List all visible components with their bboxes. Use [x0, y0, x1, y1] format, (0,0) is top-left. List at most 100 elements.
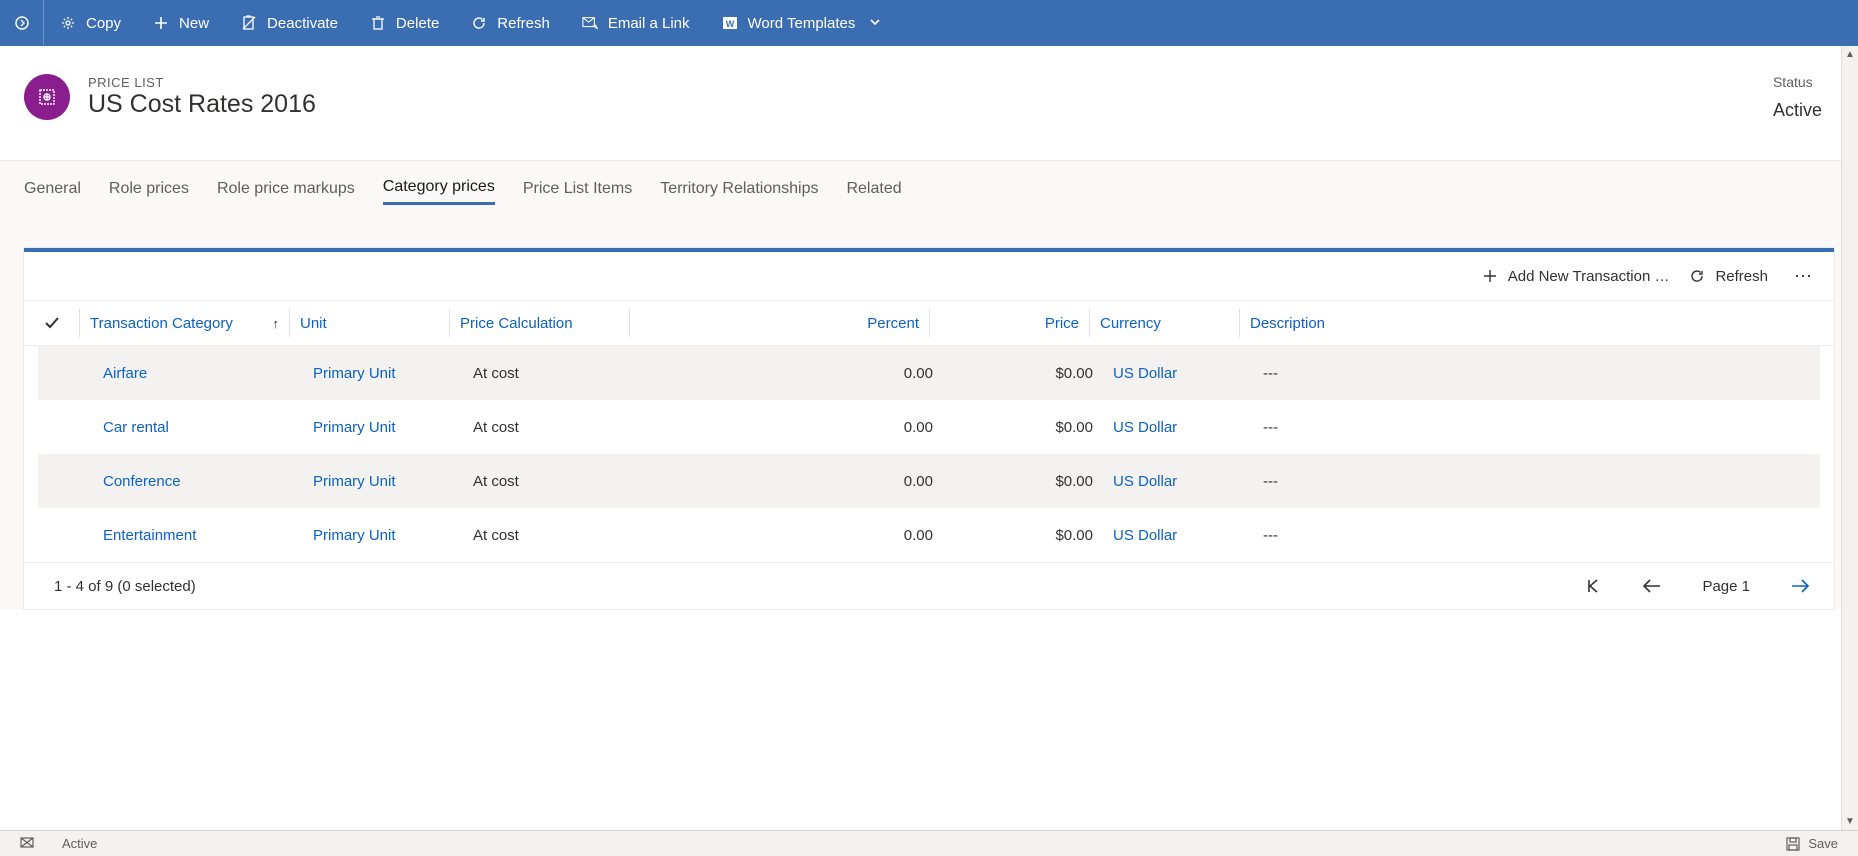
- tab-territory[interactable]: Territory Relationships: [660, 174, 818, 204]
- cell-calc: At cost: [463, 473, 643, 490]
- footer-bar: Active Save: [0, 830, 1858, 856]
- grid-refresh-button[interactable]: Refresh: [1689, 268, 1768, 285]
- cell-currency[interactable]: US Dollar: [1103, 365, 1253, 382]
- grid-header: Transaction Category ↑ Unit Price Calcul…: [24, 300, 1834, 346]
- svg-text:W: W: [725, 19, 734, 29]
- tab-price-list-items[interactable]: Price List Items: [523, 174, 632, 204]
- next-page-button[interactable]: [1790, 578, 1810, 594]
- footer-status: Active: [62, 836, 97, 851]
- copy-label: Copy: [86, 15, 121, 32]
- cell-price: $0.00: [943, 473, 1103, 490]
- cell-category[interactable]: Airfare: [93, 365, 303, 382]
- cell-category[interactable]: Conference: [93, 473, 303, 490]
- tab-related[interactable]: Related: [846, 174, 901, 204]
- page-label: Page 1: [1702, 578, 1750, 595]
- pager: 1 - 4 of 9 (0 selected) Page 1: [24, 562, 1834, 609]
- cell-description: ---: [1253, 365, 1613, 382]
- save-button[interactable]: Save: [1786, 836, 1838, 851]
- cell-category[interactable]: Car rental: [93, 419, 303, 436]
- new-button[interactable]: New: [137, 0, 225, 46]
- cell-currency[interactable]: US Dollar: [1103, 473, 1253, 490]
- cell-percent: 0.00: [643, 473, 943, 490]
- tab-category-prices[interactable]: Category prices: [383, 172, 495, 205]
- new-label: New: [179, 15, 209, 32]
- delete-button[interactable]: Delete: [354, 0, 455, 46]
- panel-wrap: Add New Transaction … Refresh ⋯ Transact…: [0, 216, 1858, 609]
- cell-price: $0.00: [943, 365, 1103, 382]
- cell-percent: 0.00: [643, 527, 943, 544]
- scroll-up-icon[interactable]: ▲: [1842, 46, 1858, 63]
- deactivate-icon: [241, 15, 257, 31]
- cell-description: ---: [1253, 527, 1613, 544]
- email-link-button[interactable]: Email a Link: [566, 0, 706, 46]
- prev-page-button[interactable]: [1642, 578, 1662, 594]
- more-commands-button[interactable]: ⋯: [1788, 266, 1820, 287]
- copy-icon: [60, 15, 76, 31]
- record-header: PRICE LIST US Cost Rates 2016 Status Act…: [0, 46, 1858, 160]
- add-new-transaction-button[interactable]: Add New Transaction …: [1482, 268, 1670, 285]
- email-icon: [582, 15, 598, 31]
- add-new-label: Add New Transaction …: [1508, 268, 1670, 285]
- cell-description: ---: [1253, 473, 1613, 490]
- email-link-label: Email a Link: [608, 15, 690, 32]
- deactivate-button[interactable]: Deactivate: [225, 0, 354, 46]
- status-value: Active: [1773, 100, 1822, 121]
- col-currency[interactable]: Currency: [1089, 309, 1239, 337]
- select-all-checkbox[interactable]: [24, 315, 79, 331]
- word-templates-button[interactable]: W Word Templates: [706, 0, 898, 46]
- chevron-down-icon: [869, 15, 881, 32]
- cell-calc: At cost: [463, 527, 643, 544]
- cell-price: $0.00: [943, 419, 1103, 436]
- tab-role-prices[interactable]: Role prices: [109, 174, 189, 204]
- col-price-calculation[interactable]: Price Calculation: [449, 309, 629, 337]
- copy-button[interactable]: Copy: [44, 0, 137, 46]
- tab-role-markups[interactable]: Role price markups: [217, 174, 355, 204]
- tab-general[interactable]: General: [24, 174, 81, 204]
- grid-body: Airfare Primary Unit At cost 0.00 $0.00 …: [24, 346, 1834, 562]
- plus-icon: [153, 15, 169, 31]
- col-price[interactable]: Price: [929, 309, 1089, 337]
- cell-percent: 0.00: [643, 365, 943, 382]
- cell-unit[interactable]: Primary Unit: [303, 473, 463, 490]
- refresh-label: Refresh: [497, 15, 550, 32]
- grid-toolbar: Add New Transaction … Refresh ⋯: [24, 252, 1834, 300]
- sort-ascending-icon: ↑: [273, 316, 280, 331]
- cell-unit[interactable]: Primary Unit: [303, 527, 463, 544]
- status-label: Status: [1773, 74, 1822, 90]
- record-name: US Cost Rates 2016: [88, 90, 316, 119]
- word-icon: W: [722, 15, 738, 31]
- cell-currency[interactable]: US Dollar: [1103, 527, 1253, 544]
- cell-category[interactable]: Entertainment: [93, 527, 303, 544]
- grid-refresh-label: Refresh: [1715, 268, 1768, 285]
- refresh-button[interactable]: Refresh: [455, 0, 566, 46]
- refresh-icon: [471, 15, 487, 31]
- table-row[interactable]: Entertainment Primary Unit At cost 0.00 …: [38, 508, 1820, 562]
- table-row[interactable]: Car rental Primary Unit At cost 0.00 $0.…: [38, 400, 1820, 454]
- first-page-button[interactable]: [1584, 577, 1602, 595]
- open-record-set-icon[interactable]: [0, 0, 44, 46]
- cell-description: ---: [1253, 419, 1613, 436]
- col-description[interactable]: Description: [1239, 309, 1599, 337]
- col-percent[interactable]: Percent: [629, 309, 929, 337]
- entity-label: PRICE LIST: [88, 75, 316, 90]
- word-templates-label: Word Templates: [748, 15, 856, 32]
- cell-currency[interactable]: US Dollar: [1103, 419, 1253, 436]
- table-row[interactable]: Conference Primary Unit At cost 0.00 $0.…: [38, 454, 1820, 508]
- vertical-scrollbar[interactable]: ▲ ▼: [1841, 46, 1858, 830]
- tabs-bar: General Role prices Role price markups C…: [0, 160, 1858, 216]
- cell-percent: 0.00: [643, 419, 943, 436]
- cell-unit[interactable]: Primary Unit: [303, 365, 463, 382]
- footer-status-icon: [20, 835, 34, 852]
- scroll-down-icon[interactable]: ▼: [1842, 813, 1858, 830]
- delete-label: Delete: [396, 15, 439, 32]
- cell-price: $0.00: [943, 527, 1103, 544]
- table-row[interactable]: Airfare Primary Unit At cost 0.00 $0.00 …: [38, 346, 1820, 400]
- cell-unit[interactable]: Primary Unit: [303, 419, 463, 436]
- cell-calc: At cost: [463, 365, 643, 382]
- cell-calc: At cost: [463, 419, 643, 436]
- delete-icon: [370, 15, 386, 31]
- col-unit[interactable]: Unit: [289, 309, 449, 337]
- col-transaction-category[interactable]: Transaction Category ↑: [79, 309, 289, 337]
- grid-panel: Add New Transaction … Refresh ⋯ Transact…: [24, 248, 1834, 609]
- deactivate-label: Deactivate: [267, 15, 338, 32]
